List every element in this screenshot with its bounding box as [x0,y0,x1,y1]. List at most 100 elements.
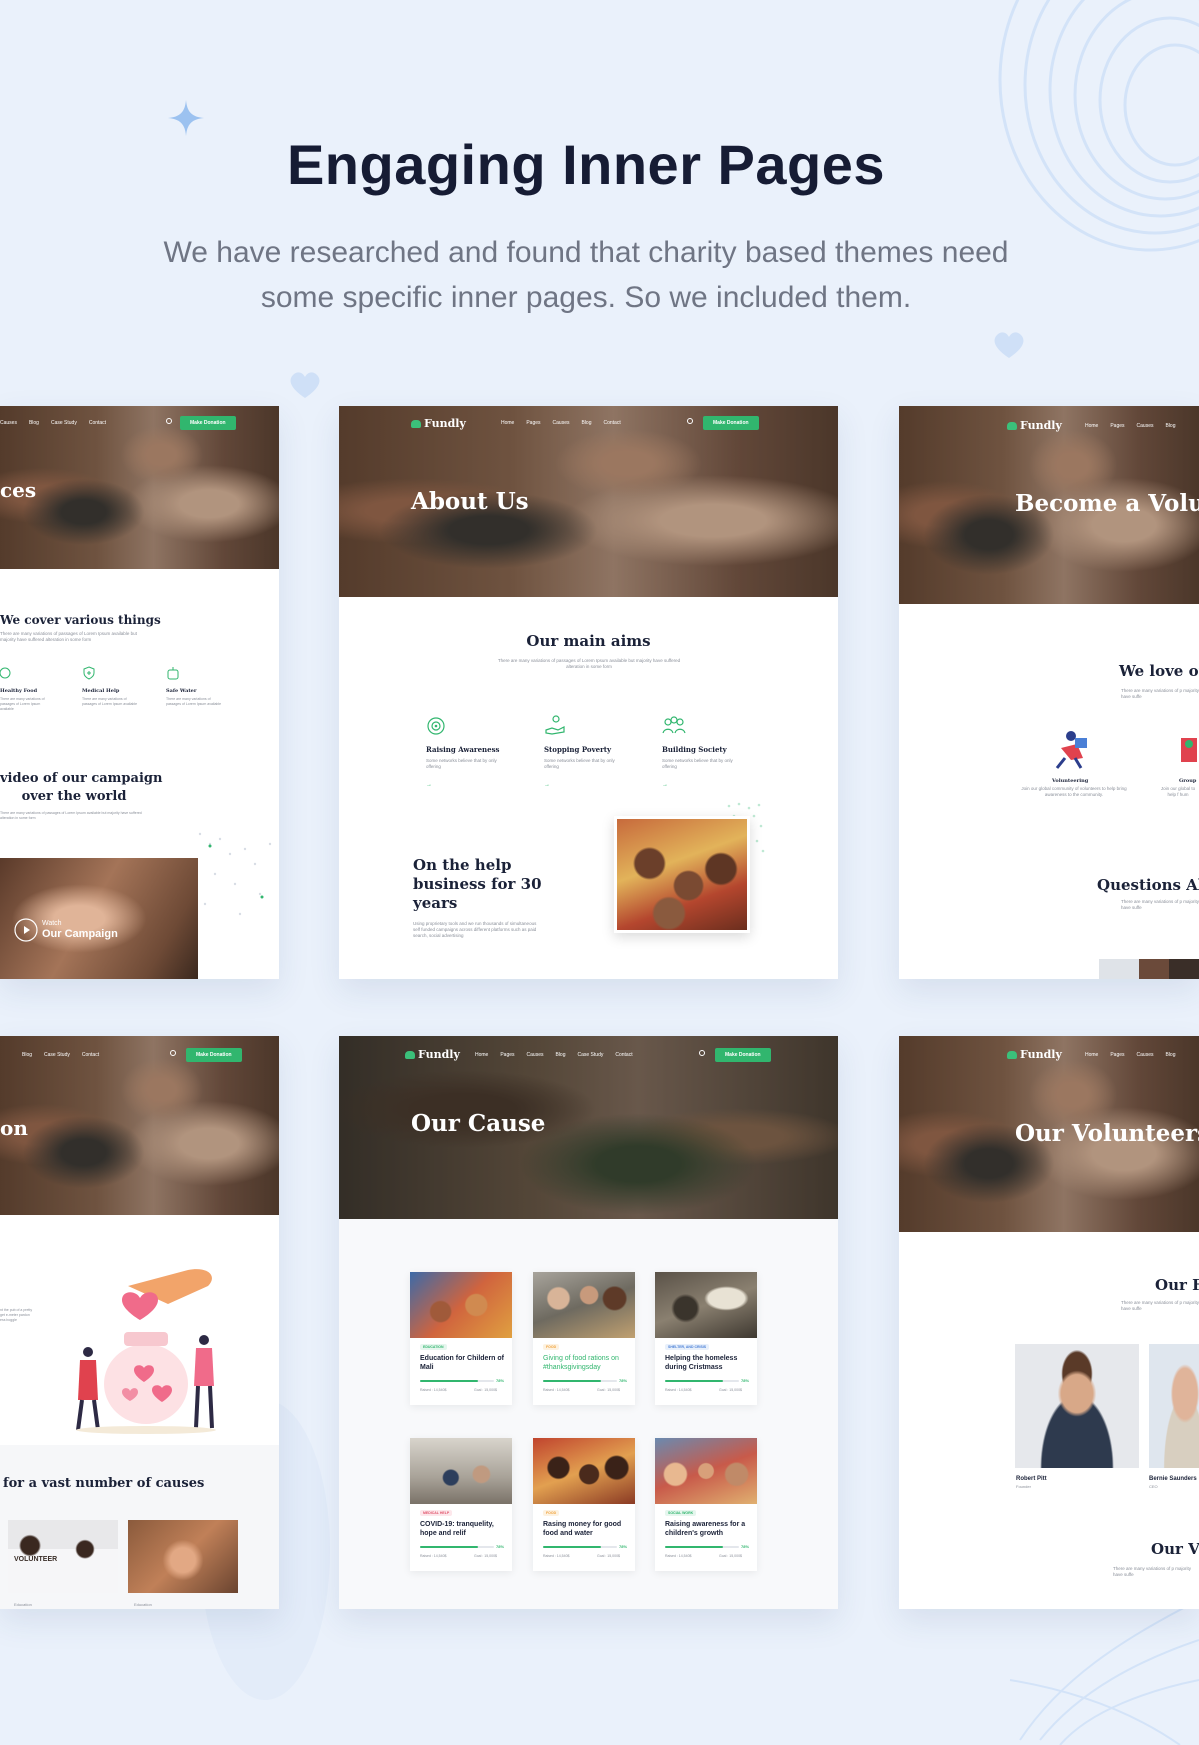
faq-title: Questions Ab [1097,876,1199,894]
help-text: Using proprietary tools and we run thous… [413,921,537,938]
volunteer-page-preview[interactable]: Fundly Home Pages Causes Blog Become a V… [899,406,1199,979]
brand-logo[interactable]: Fundly [1007,419,1062,432]
volunteer-role: CEO [1149,1484,1158,1489]
nav-link[interactable]: Blog [1165,423,1175,429]
nav-link[interactable]: Pages [1110,1052,1124,1058]
nav-link[interactable]: Home [475,1052,488,1058]
bottom-section-title: Our Vo [1151,1540,1199,1558]
nav-link[interactable]: Causes [0,420,17,426]
volunteer-photo[interactable] [1015,1344,1139,1468]
nav-link[interactable]: Home [501,420,514,426]
help-title: On the help business for 30 years [413,856,542,912]
services-page-preview[interactable]: Causes Blog Case Study Contact Make Dona… [0,406,279,979]
progress-bar [543,1380,617,1382]
faq-image [1099,959,1199,979]
cause-tag: SHELTER, AND CRISIS [665,1344,710,1350]
nav-link[interactable]: Contact [89,420,106,426]
cause-title[interactable]: Education for Childern of Mali [420,1354,506,1372]
causes-page-preview[interactable]: Fundly Home Pages Causes Blog Case Study… [339,1036,838,1609]
make-donation-button[interactable]: Make Donation [703,416,759,430]
cause-tag: MEDICAL HELP [420,1510,453,1516]
cause-title[interactable]: Raising awareness for a children's growt… [665,1520,751,1538]
cause-title[interactable]: Helping the homeless during Cristmass [665,1354,751,1372]
donation-page-preview[interactable]: Blog Case Study Contact Make Donation on… [0,1036,279,1609]
nav-link[interactable]: Case Study [578,1052,604,1058]
nav-link[interactable]: Blog [29,420,39,426]
cause-card[interactable]: SHELTER, AND CRISIS Helping the homeless… [655,1272,757,1405]
progress-bar [543,1546,617,1548]
arrow-right-icon[interactable]: → [426,782,432,788]
feature-text: There are many variations of passages of… [0,697,45,711]
about-page-preview[interactable]: Fundly Home Pages Causes Blog Contact Ma… [339,406,838,979]
bottom-section-text: There are many variations of p majority … [1113,1566,1192,1577]
water-icon [167,667,179,680]
progress-fill [420,1380,478,1382]
brand-logo[interactable]: Fundly [411,417,466,430]
nav-link[interactable]: Contact [604,420,621,426]
volunteers-page-preview[interactable]: Fundly Home Pages Causes Blog Our Volunt… [899,1036,1199,1609]
nav-link[interactable]: Contact [615,1052,632,1058]
play-icon[interactable] [14,918,38,942]
cause-card[interactable]: FOOD Rasing money for good food and wate… [533,1438,635,1571]
nav-link[interactable]: Blog [555,1052,565,1058]
nav-link[interactable]: Pages [500,1052,514,1058]
section-title: We cover various things [0,613,161,627]
nav-link[interactable]: Pages [526,420,540,426]
search-icon[interactable] [687,418,693,424]
nav-link[interactable]: Blog [581,420,591,426]
hero-title: ces [0,478,37,502]
feature-text: Join our global community of volunteers … [1021,786,1127,797]
section-title: Our main aims [526,632,651,650]
nav-link[interactable]: Case Study [51,420,77,426]
nav-link[interactable]: Causes [553,420,570,426]
search-icon[interactable] [699,1050,705,1056]
nav-bar: Causes Blog Case Study Contact Make Dona… [0,416,279,432]
section-title: We love ou [1119,662,1199,680]
heart-hand-icon [405,1050,415,1059]
nav-link[interactable]: Causes [1137,423,1154,429]
progress-percent: 78% [496,1378,505,1383]
nav-link[interactable]: Home [1085,1052,1098,1058]
cause-image [533,1438,635,1504]
nav-link[interactable]: Pages [1110,423,1124,429]
volunteer-illustration [1055,731,1087,769]
cause-card[interactable]: SOCIAL WORK Raising awareness for a chil… [655,1438,757,1571]
feature-title: Healthy Food [0,688,38,694]
campaign-video-thumbnail[interactable]: Watch Our Campaign [0,858,198,979]
world-map-dots [198,832,272,916]
search-icon[interactable] [166,418,172,424]
nav-link[interactable]: Causes [527,1052,544,1058]
volunteer-photo[interactable] [1149,1344,1199,1468]
nav-link[interactable]: Blog [1165,1052,1175,1058]
cause-title[interactable]: Rasing money for good food and water [543,1520,629,1538]
nav-link[interactable]: Home [1085,423,1098,429]
nav-link[interactable]: Contact [82,1052,99,1058]
nav-link[interactable]: Case Study [44,1052,70,1058]
feature-title: Medical Help [82,688,120,694]
cause-tag: SOCIAL WORK [665,1510,697,1516]
brand-logo[interactable]: Fundly [405,1048,460,1061]
goal-amount: Goal : 15,000$ [474,1554,497,1558]
make-donation-button[interactable]: Make Donation [186,1048,242,1062]
progress-fill [420,1546,478,1548]
cause-image [533,1272,635,1338]
arrow-right-icon[interactable]: → [662,782,668,788]
raised-amount: Raised : 14,540$ [420,1554,447,1558]
cause-card[interactable]: EDUCATION Education for Childern of Mali… [410,1272,512,1405]
cause-image[interactable] [128,1520,238,1593]
brand-logo[interactable]: Fundly [1007,1048,1062,1061]
nav-link[interactable]: Causes [1137,1052,1154,1058]
arrow-right-icon[interactable]: → [544,782,550,788]
cause-card[interactable]: FOOD Giving of food rations on #thanksgi… [533,1272,635,1405]
cause-card[interactable]: MEDICAL HELP COVID-19: tranquelity, hope… [410,1438,512,1571]
search-icon[interactable] [170,1050,176,1056]
video-section-title: video of our campaign over the world [0,771,163,804]
cause-title[interactable]: COVID-19: tranquelity, hope and relif [420,1520,506,1538]
nav-link[interactable]: Blog [22,1052,32,1058]
cause-image[interactable]: VOLUNTEER [8,1520,118,1593]
progress-percent: 78% [496,1544,505,1549]
cause-title[interactable]: Giving of food rations on #thanksgivings… [543,1354,629,1372]
make-donation-button[interactable]: Make Donation [180,416,236,430]
make-donation-button[interactable]: Make Donation [715,1048,771,1062]
cause-tag: Education [14,1602,32,1607]
